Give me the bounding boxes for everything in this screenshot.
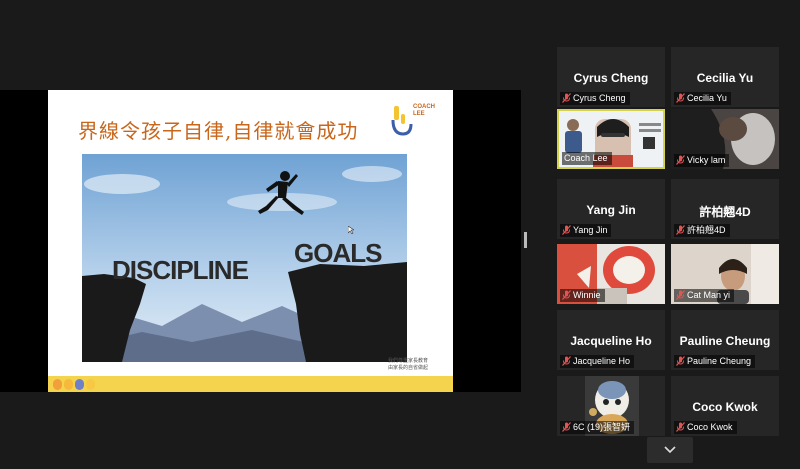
participant-tile[interactable]: Yang Jin Yang Jin	[557, 179, 665, 239]
participant-label: 許柏翹4D	[674, 224, 730, 237]
participant-tile[interactable]: 許柏翹4D 許柏翹4D	[671, 179, 779, 239]
discipline-goals-image: DISCIPLINE GOALS	[82, 154, 407, 362]
participant-tile[interactable]: Cyrus Cheng Cyrus Cheng	[557, 47, 665, 107]
participant-tile[interactable]: Jacqueline Ho Jacqueline Ho	[557, 310, 665, 370]
participant-label: Jacqueline Ho	[560, 355, 635, 368]
participant-tile[interactable]: Cat Man yi	[671, 244, 779, 304]
participant-label: Coco Kwok	[674, 421, 737, 434]
participant-name: Jacqueline Ho	[570, 334, 652, 348]
mic-muted-icon	[676, 93, 685, 103]
svg-text:GOALS: GOALS	[294, 238, 382, 268]
next-page-button[interactable]	[647, 437, 693, 463]
mic-muted-icon	[562, 93, 571, 103]
footer-dot-amber	[64, 379, 73, 390]
participant-tile[interactable]: Winnie	[557, 244, 665, 304]
mic-muted-icon	[676, 155, 685, 165]
mouse-cursor-icon	[348, 226, 354, 234]
participant-tile[interactable]: Pauline Cheung Pauline Cheung	[671, 310, 779, 370]
participant-label: Cat Man yi	[674, 289, 735, 302]
participant-label: Cyrus Cheng	[560, 92, 630, 105]
participant-tile-active-speaker[interactable]: Coach Lee	[557, 109, 665, 169]
participant-label: 6C (19)張智妍	[560, 421, 635, 434]
participant-label: Vicky lam	[674, 154, 730, 167]
coach-lee-logo: COACH LEE	[391, 102, 435, 140]
participant-name: Cecilia Yu	[696, 71, 754, 85]
participant-label: Pauline Cheung	[674, 355, 756, 368]
participant-name: 許柏翹4D	[699, 205, 751, 219]
mic-muted-icon	[676, 290, 685, 300]
mic-muted-icon	[562, 290, 571, 300]
footer-dot-blue	[75, 379, 84, 390]
participant-tile[interactable]: 6C (19)張智妍	[557, 376, 665, 436]
participant-tile[interactable]: Coco Kwok Coco Kwok	[671, 376, 779, 436]
participant-name: Pauline Cheung	[679, 334, 771, 348]
participant-label: Winnie	[560, 289, 605, 302]
participant-tile[interactable]: Vicky lam	[671, 109, 779, 169]
chevron-down-icon	[664, 446, 676, 454]
participant-tile[interactable]: Cecilia Yu Cecilia Yu	[671, 47, 779, 107]
mic-muted-icon	[676, 422, 685, 432]
mic-muted-icon	[562, 422, 571, 432]
participant-label: Yang Jin	[560, 224, 612, 237]
footer-dot-yellow	[86, 379, 95, 390]
participant-name: Yang Jin	[586, 203, 636, 217]
svg-text:DISCIPLINE: DISCIPLINE	[112, 255, 249, 285]
participant-name: Coco Kwok	[692, 400, 758, 414]
slide-footer-bar	[48, 376, 453, 392]
slide-caption: 我們尊重家長教育 由家長的自省做起	[387, 358, 428, 371]
shared-screen: 界線令孩子自律,自律就會成功 COACH LEE DISCIPLINE GOAL…	[0, 90, 521, 392]
participant-name: Cyrus Cheng	[573, 71, 649, 85]
mic-muted-icon	[562, 225, 571, 235]
slide-title: 界線令孩子自律,自律就會成功	[78, 119, 359, 143]
participant-label: Cecilia Yu	[674, 92, 731, 105]
mic-muted-icon	[676, 356, 685, 366]
mic-muted-icon	[562, 356, 571, 366]
mic-muted-icon	[676, 225, 685, 235]
presentation-slide: 界線令孩子自律,自律就會成功 COACH LEE DISCIPLINE GOAL…	[48, 90, 453, 392]
footer-dot-orange	[53, 379, 62, 390]
logo-text: COACH LEE	[413, 104, 435, 117]
panel-splitter-handle[interactable]	[524, 232, 527, 248]
participant-label: Coach Lee	[562, 152, 612, 165]
